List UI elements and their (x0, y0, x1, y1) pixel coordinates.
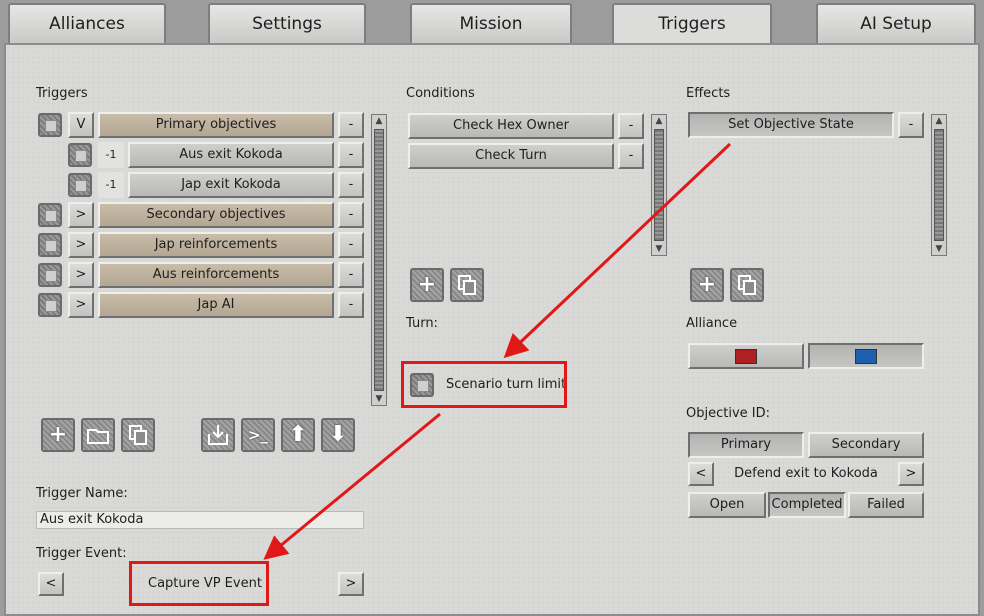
trigger-checkbox[interactable] (38, 113, 62, 137)
objective-next-button[interactable]: > (898, 462, 924, 486)
event-next-button[interactable]: > (338, 572, 364, 596)
arrow-up-icon: ⬆ (288, 422, 308, 447)
folder-icon (87, 429, 109, 444)
copy-effect-button[interactable] (730, 268, 764, 302)
arrow-down-icon: ⬇ (328, 422, 348, 447)
state-completed-button[interactable]: Completed (768, 492, 846, 518)
scroll-down-icon[interactable]: ▼ (932, 243, 946, 255)
triggers-scrollbar[interactable]: ▲ ▼ (371, 114, 387, 406)
terminal-icon: >_ (247, 426, 269, 444)
trigger-remove-button[interactable]: - (338, 142, 364, 168)
alliance-red-swatch (735, 349, 757, 364)
trigger-name-input[interactable]: Aus exit Kokoda (36, 511, 364, 529)
scroll-up-icon[interactable]: ▲ (652, 115, 666, 127)
add-trigger-button[interactable]: + (41, 418, 75, 452)
plus-icon: + (48, 422, 68, 447)
highlight-box-turn-limit (401, 361, 567, 408)
conditions-heading: Conditions (406, 86, 475, 101)
objective-primary-button[interactable]: Primary (688, 432, 804, 458)
download-icon (208, 425, 228, 445)
trigger-remove-button[interactable]: - (338, 232, 364, 258)
tab-settings[interactable]: Settings (208, 3, 366, 43)
scroll-thumb[interactable] (374, 129, 384, 391)
trigger-expand-button[interactable]: > (68, 292, 94, 318)
trigger-remove-button[interactable]: - (338, 262, 364, 288)
copy-trigger-button[interactable] (121, 418, 155, 452)
alliance-blue-swatch (855, 349, 877, 364)
trigger-item-primary-objectives[interactable]: Primary objectives (98, 112, 334, 138)
script-trigger-button[interactable]: >_ (241, 418, 275, 452)
objective-secondary-button[interactable]: Secondary (808, 432, 924, 458)
scroll-thumb[interactable] (934, 129, 944, 241)
condition-remove-button[interactable]: - (618, 143, 644, 169)
scroll-down-icon[interactable]: ▼ (372, 393, 386, 405)
trigger-item-secondary-objectives[interactable]: Secondary objectives (98, 202, 334, 228)
copy-icon (458, 275, 476, 295)
trigger-name-label: Trigger Name: (36, 486, 128, 501)
trigger-expand-button[interactable]: > (68, 202, 94, 228)
tab-ai-setup[interactable]: AI Setup (816, 3, 976, 43)
trigger-event-label: Trigger Event: (36, 546, 127, 561)
effect-item-set-objective-state[interactable]: Set Objective State (688, 112, 894, 138)
state-failed-button[interactable]: Failed (848, 492, 924, 518)
move-up-button[interactable]: ⬆ (281, 418, 315, 452)
effects-heading: Effects (686, 86, 731, 101)
trigger-order-value: -1 (98, 142, 124, 168)
trigger-checkbox[interactable] (38, 233, 62, 257)
trigger-checkbox[interactable] (38, 263, 62, 287)
plus-icon: + (697, 272, 717, 297)
condition-item-check-turn[interactable]: Check Turn (408, 143, 614, 169)
trigger-checkbox[interactable] (68, 143, 92, 167)
trigger-order-value: -1 (98, 172, 124, 198)
alliance-red-button[interactable] (688, 343, 804, 369)
trigger-item-jap-reinforcements[interactable]: Jap reinforcements (98, 232, 334, 258)
trigger-remove-button[interactable]: - (338, 202, 364, 228)
scroll-up-icon[interactable]: ▲ (372, 115, 386, 127)
plus-icon: + (417, 272, 437, 297)
condition-remove-button[interactable]: - (618, 113, 644, 139)
scroll-up-icon[interactable]: ▲ (932, 115, 946, 127)
event-prev-button[interactable]: < (38, 572, 64, 596)
trigger-expand-button[interactable]: > (68, 232, 94, 258)
trigger-remove-button[interactable]: - (338, 292, 364, 318)
objective-name: Defend exit to Kokoda (734, 466, 878, 481)
highlight-box-trigger-event (129, 561, 269, 606)
trigger-item-jap-ai[interactable]: Jap AI (98, 292, 334, 318)
triggers-heading: Triggers (36, 86, 88, 101)
trigger-item-aus-exit-kokoda[interactable]: Aus exit Kokoda (128, 142, 334, 168)
state-open-button[interactable]: Open (688, 492, 766, 518)
trigger-remove-button[interactable]: - (338, 112, 364, 138)
turn-label: Turn: (406, 316, 438, 331)
scroll-thumb[interactable] (654, 129, 664, 241)
trigger-expand-button[interactable]: V (68, 112, 94, 138)
trigger-checkbox[interactable] (38, 203, 62, 227)
condition-item-check-hex-owner[interactable]: Check Hex Owner (408, 113, 614, 139)
import-trigger-button[interactable] (201, 418, 235, 452)
effect-remove-button[interactable]: - (898, 112, 924, 138)
scroll-down-icon[interactable]: ▼ (652, 243, 666, 255)
add-condition-button[interactable]: + (410, 268, 444, 302)
alliance-label: Alliance (686, 316, 738, 331)
trigger-checkbox[interactable] (38, 293, 62, 317)
trigger-checkbox[interactable] (68, 173, 92, 197)
objective-id-label: Objective ID: (686, 406, 770, 421)
trigger-item-jap-exit-kokoda[interactable]: Jap exit Kokoda (128, 172, 334, 198)
move-down-button[interactable]: ⬇ (321, 418, 355, 452)
alliance-blue-button[interactable] (808, 343, 924, 369)
tab-mission[interactable]: Mission (410, 3, 572, 43)
add-effect-button[interactable]: + (690, 268, 724, 302)
copy-icon (129, 425, 147, 445)
trigger-item-aus-reinforcements[interactable]: Aus reinforcements (98, 262, 334, 288)
trigger-remove-button[interactable]: - (338, 172, 364, 198)
tab-alliances[interactable]: Alliances (8, 3, 166, 43)
trigger-expand-button[interactable]: > (68, 262, 94, 288)
objective-prev-button[interactable]: < (688, 462, 714, 486)
conditions-scrollbar[interactable]: ▲ ▼ (651, 114, 667, 256)
copy-condition-button[interactable] (450, 268, 484, 302)
tab-triggers[interactable]: Triggers (612, 3, 772, 45)
add-folder-button[interactable] (81, 418, 115, 452)
effects-scrollbar[interactable]: ▲ ▼ (931, 114, 947, 256)
copy-icon (738, 275, 756, 295)
